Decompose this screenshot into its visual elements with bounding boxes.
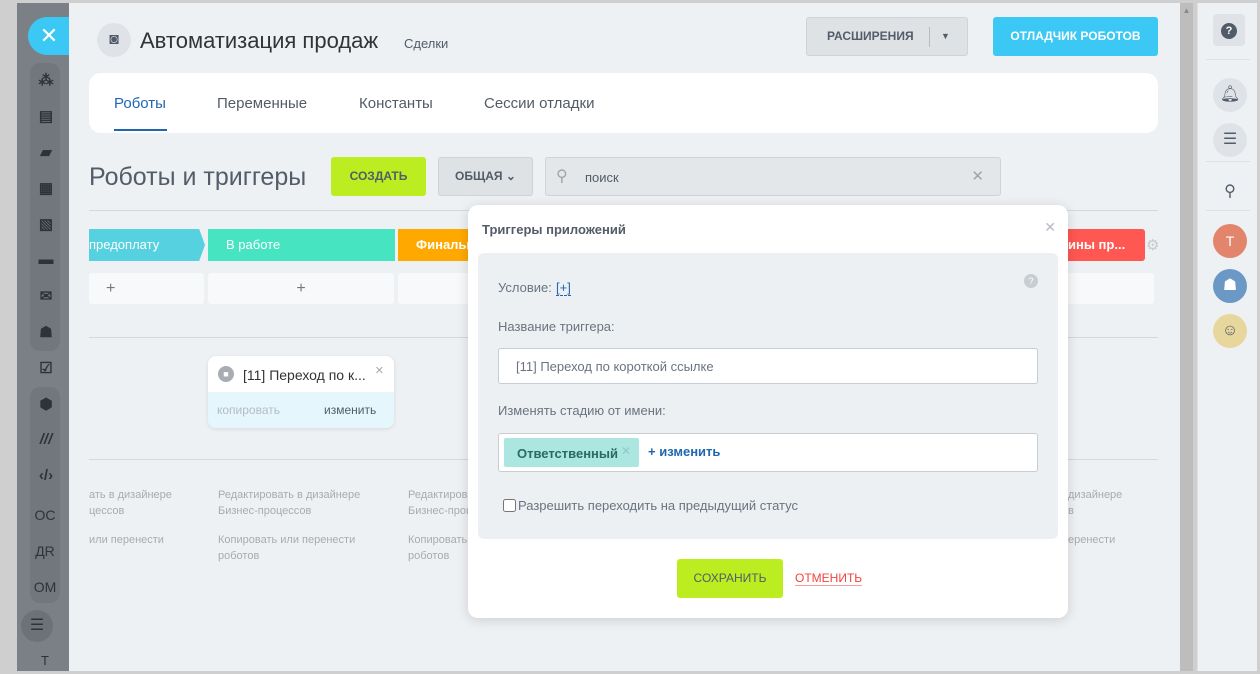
sidebar-calendar-icon[interactable]: ▦ xyxy=(34,179,58,197)
notifications-bell-icon[interactable]: 🔔︎ xyxy=(1213,78,1247,112)
robot-icon: ◙ xyxy=(97,23,131,57)
change-stage-label: Изменять стадию от имени: xyxy=(498,403,666,418)
funnel-icon[interactable]: ☰ xyxy=(21,610,53,642)
edit-in-designer-link[interactable]: дизайнере в xyxy=(1068,487,1122,519)
tab-variables[interactable]: Переменные xyxy=(217,95,307,112)
allow-previous-status-label[interactable]: Разрешить переходить на предыдущий стату… xyxy=(518,498,798,513)
trigger-card[interactable]: ■ [11] Переход по к... ✕ копировать изме… xyxy=(208,356,394,428)
filter-dropdown[interactable]: ОБЩАЯ ⌄ xyxy=(438,157,533,196)
scrollbar[interactable] xyxy=(1180,3,1193,671)
tab-debug-sessions[interactable]: Сессии отладки xyxy=(484,95,594,112)
edit-in-designer-link[interactable]: ать в дизайнере цессов xyxy=(89,487,172,519)
trigger-name-input[interactable]: [11] Переход по короткой ссылке xyxy=(498,348,1038,384)
change-user-link[interactable]: + изменить xyxy=(648,444,720,459)
sidebar-chat-icon[interactable]: ▰ xyxy=(34,143,58,161)
question-icon: ? xyxy=(1221,23,1237,39)
sidebar-item-om[interactable]: ОМ xyxy=(27,579,63,595)
close-slider-button[interactable]: ✕ xyxy=(28,17,70,55)
page-subtitle: Сделки xyxy=(404,36,449,51)
responsible-tag: Ответственный xyxy=(517,446,618,461)
dialog-title: Триггеры приложений xyxy=(482,222,626,237)
sidebar-sites-icon[interactable]: ⁂ xyxy=(34,71,58,89)
add-robot-button[interactable]: + xyxy=(89,273,204,304)
sidebar-mail-icon[interactable]: ✉ xyxy=(34,287,58,305)
copy-move-link[interactable]: или перенести xyxy=(89,532,164,548)
sidebar-box-icon[interactable]: ⬢ xyxy=(34,395,58,413)
save-button[interactable]: СОХРАНИТЬ xyxy=(677,559,783,598)
add-robot-button[interactable]: + xyxy=(208,273,394,304)
dialog-body: Условие: [+] ? Название триггера: [11] П… xyxy=(478,253,1058,539)
allow-previous-status-checkbox[interactable] xyxy=(503,499,516,512)
edit-in-designer-link[interactable]: Редактировать в дизайнере Бизнес-процессо… xyxy=(218,487,360,519)
copy-move-link[interactable]: еренести xyxy=(1068,532,1115,548)
help-button[interactable]: ? xyxy=(1213,14,1245,46)
close-dialog-icon[interactable]: ✕ xyxy=(1044,219,1056,236)
search-input[interactable]: ⚲ поиск ✕ xyxy=(545,157,1001,196)
sidebar-user-letter[interactable]: Т xyxy=(27,653,63,668)
edit-link[interactable]: изменить xyxy=(324,403,376,417)
tab-constants[interactable]: Константы xyxy=(359,95,433,112)
section-heading: Роботы и триггеры xyxy=(89,163,307,191)
team-avatar[interactable]: ☺ xyxy=(1213,314,1247,348)
condition-label: Условие: xyxy=(498,280,552,295)
add-robot-cell[interactable] xyxy=(398,273,478,304)
sidebar-code-icon[interactable]: ‹/› xyxy=(34,467,58,484)
remove-tag-icon[interactable]: ✕ xyxy=(621,444,631,458)
sidebar-item-dr[interactable]: ДR xyxy=(27,543,63,559)
stage-prepayment[interactable]: предоплату xyxy=(89,229,205,261)
tabs-bar: Роботы Переменные Константы Сессии отлад… xyxy=(89,73,1158,133)
app-triggers-dialog: Триггеры приложений ✕ Условие: [+] ? Наз… xyxy=(468,205,1068,618)
delete-trigger-icon[interactable]: ✕ xyxy=(375,364,384,377)
sidebar-item-oc[interactable]: ОС xyxy=(27,507,63,523)
extensions-button[interactable]: РАСШИРЕНИЯ ▼ xyxy=(806,17,968,56)
copy-move-link[interactable]: Копировать или перенести роботов xyxy=(218,532,355,564)
search-icon[interactable]: ⚲ xyxy=(1213,175,1247,209)
user-selector[interactable]: Ответственный ✕ + изменить xyxy=(498,433,1038,472)
stage-lost[interactable]: ины пр... xyxy=(1068,229,1145,261)
trigger-name-label: Название триггера: xyxy=(498,319,615,334)
trigger-name-value: [11] Переход по короткой ссылке xyxy=(516,359,714,374)
sidebar-document-icon[interactable]: ▧ xyxy=(34,215,58,233)
app-icon: ■ xyxy=(218,366,234,382)
sidebar-marketing-icon[interactable]: /// xyxy=(34,431,58,448)
extensions-label: РАСШИРЕНИЯ xyxy=(827,29,914,43)
messenger-icon[interactable]: ☰ xyxy=(1213,123,1247,157)
search-placeholder: поиск xyxy=(585,170,619,185)
edit-in-designer-link[interactable]: Редактирова Бизнес-проц xyxy=(408,487,473,519)
stage-in-work[interactable]: В работе xyxy=(208,229,395,261)
sidebar-tasks-icon[interactable]: ☑ xyxy=(34,359,58,377)
robot-debugger-button[interactable]: ОТЛАДЧИК РОБОТОВ xyxy=(993,17,1158,56)
sidebar-group xyxy=(30,387,60,603)
cancel-button[interactable]: ОТМЕНИТЬ xyxy=(795,571,863,586)
sidebar-drive-icon[interactable]: ▬ xyxy=(34,251,58,268)
active-tab-underline xyxy=(114,129,167,131)
page-title: Автоматизация продаж xyxy=(140,28,379,53)
sidebar-window-icon[interactable]: ▤ xyxy=(34,107,58,125)
tab-robots[interactable]: Роботы xyxy=(114,95,166,112)
clear-search-icon[interactable]: ✕ xyxy=(971,167,984,185)
gear-icon[interactable]: ⚙ xyxy=(1146,236,1159,254)
copy-link[interactable]: копировать xyxy=(217,403,280,417)
chevron-down-icon: ⌄ xyxy=(505,169,516,183)
add-robot-cell[interactable] xyxy=(1068,273,1154,304)
sidebar-groups-icon[interactable]: ☗ xyxy=(34,323,58,341)
group-chat-icon[interactable]: ☗ xyxy=(1213,269,1247,303)
trigger-title: [11] Переход по к... xyxy=(243,367,366,383)
search-icon: ⚲ xyxy=(556,168,568,185)
left-sidebar: ⁂ ▤ ▰ ▦ ▧ ▬ ✉ ☗ ☑ ⬢ /// ‹/› ОС ДR ОМ ☰ Т xyxy=(17,3,69,671)
help-icon[interactable]: ? xyxy=(1024,274,1038,288)
user-avatar[interactable]: T xyxy=(1213,224,1247,258)
stage-final[interactable]: Финальн xyxy=(398,229,478,261)
right-sidebar: ? 🔔︎ ☰ ⚲ T ☗ ☺ xyxy=(1197,3,1257,671)
filter-label: ОБЩАЯ xyxy=(455,169,503,183)
scroll-up-arrow-icon[interactable]: ▲ xyxy=(1181,6,1192,16)
add-condition-link[interactable]: [+] xyxy=(556,280,571,296)
create-button[interactable]: СОЗДАТЬ xyxy=(331,157,426,196)
dropdown-caret-icon[interactable]: ▼ xyxy=(941,18,950,55)
copy-move-link[interactable]: Копировать роботов xyxy=(408,532,467,564)
